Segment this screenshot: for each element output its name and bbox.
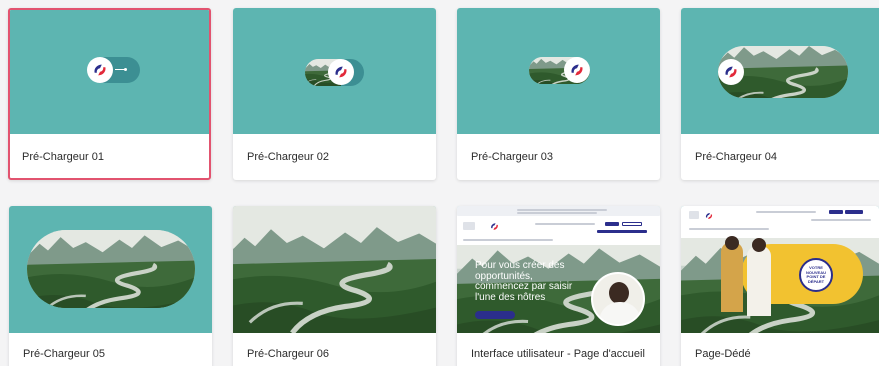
mock-hero-text: Pour vous créer des opportunités, commen… [475, 260, 573, 303]
logo-icon [487, 219, 501, 233]
card-pre-chargeur-04[interactable]: Pré-Chargeur 04 [681, 8, 879, 180]
card-thumbnail: VOTRE NOUVEAU POINT DE DÉPART [681, 206, 879, 333]
card-thumbnail [681, 8, 879, 134]
mock-cta [475, 311, 515, 319]
card-pre-chargeur-01[interactable]: Pré-Chargeur 01 [8, 8, 211, 180]
card-thumbnail [233, 8, 436, 134]
card-title: Interface utilisateur - Page d'accueil [471, 348, 645, 360]
landscape-image [233, 206, 436, 333]
card-thumbnail [457, 8, 660, 134]
card-thumbnail [233, 206, 436, 333]
card-interface-accueil[interactable]: Pour vous créer des opportunités, commen… [457, 206, 660, 366]
dedicated-page-mockup: VOTRE NOUVEAU POINT DE DÉPART [681, 206, 879, 333]
mock-topbar [457, 206, 660, 216]
badge-text: VOTRE NOUVEAU POINT DE DÉPART [799, 258, 833, 292]
card-title: Pré-Chargeur 03 [471, 151, 553, 163]
landscape-image [27, 230, 195, 308]
card-title: Pré-Chargeur 01 [22, 151, 104, 163]
logo-icon [328, 59, 354, 85]
card-title: Pré-Chargeur 04 [695, 151, 777, 163]
card-thumbnail [10, 10, 209, 134]
card-pre-chargeur-03[interactable]: Pré-Chargeur 03 [457, 8, 660, 180]
logo-icon [87, 57, 113, 83]
homepage-mockup: Pour vous créer des opportunités, commen… [457, 206, 660, 333]
card-thumbnail: Pour vous créer des opportunités, commen… [457, 206, 660, 333]
card-pre-chargeur-06[interactable]: Pré-Chargeur 06 [233, 206, 436, 366]
card-title: Pré-Chargeur 02 [247, 151, 329, 163]
logo-icon [718, 59, 744, 85]
card-title: Pré-Chargeur 06 [247, 348, 329, 360]
card-title: Pré-Chargeur 05 [23, 348, 105, 360]
card-thumbnail [9, 206, 212, 333]
card-page-dedee[interactable]: VOTRE NOUVEAU POINT DE DÉPART Page-Dédé [681, 206, 879, 366]
progress-dot [124, 68, 127, 71]
logo-icon [703, 210, 715, 222]
portrait-image [591, 272, 645, 326]
logo-icon [564, 57, 590, 83]
project-grid: Pré-Chargeur 01 Pré-Chargeur 02 Pré-Char… [0, 0, 879, 366]
card-pre-chargeur-02[interactable]: Pré-Chargeur 02 [233, 8, 436, 180]
card-pre-chargeur-05[interactable]: Pré-Chargeur 05 [9, 206, 212, 366]
card-title: Page-Dédé [695, 348, 751, 360]
